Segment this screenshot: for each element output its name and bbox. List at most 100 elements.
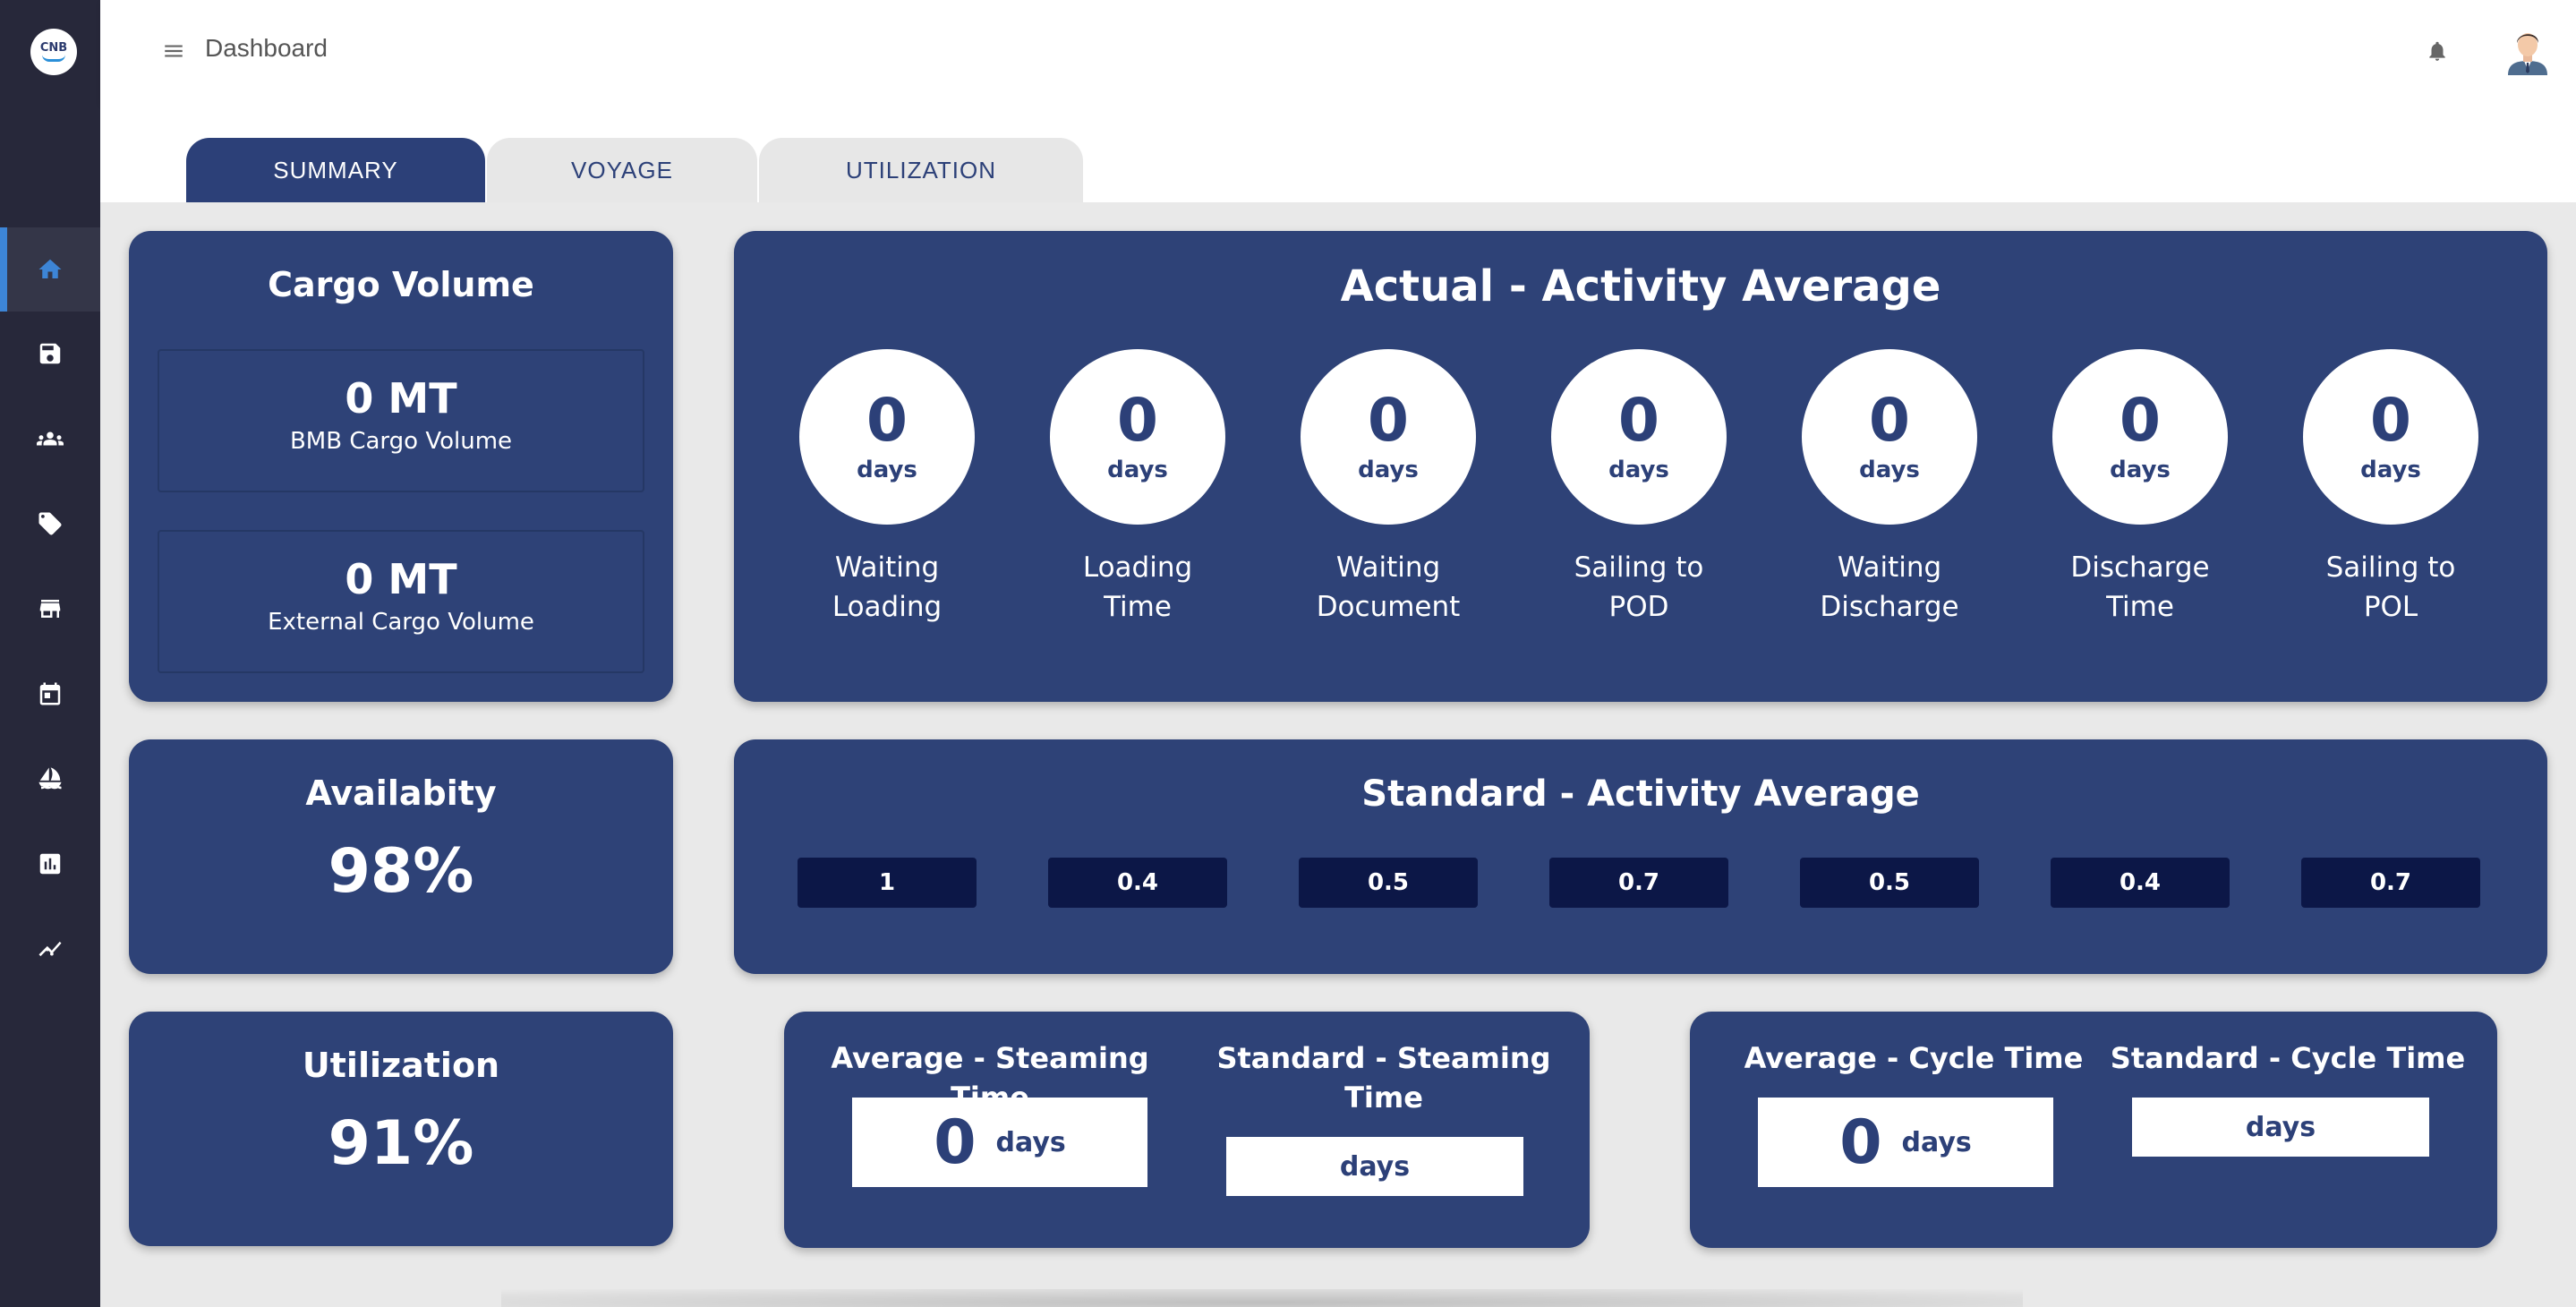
availability-title: Availabity xyxy=(305,773,497,813)
activity-loading-time: 0 days Loading Time xyxy=(1048,349,1227,627)
user-avatar[interactable] xyxy=(2503,25,2553,75)
average-cycle-unit: days xyxy=(1901,1126,1972,1158)
tag-icon xyxy=(38,512,62,535)
external-cargo-value: 0 MT xyxy=(345,555,457,603)
standard-cycle-unit: days xyxy=(2245,1111,2316,1143)
sidebar: CNB xyxy=(0,0,100,1307)
sidebar-item-home[interactable] xyxy=(0,227,100,312)
availability-card: Availabity 98% xyxy=(129,739,673,974)
store-icon xyxy=(39,600,61,618)
activity-label: Discharge Time xyxy=(2051,548,2230,627)
standard-steaming-title-line: Time xyxy=(1344,1081,1423,1115)
sidebar-item-save[interactable] xyxy=(0,312,100,396)
activity-value: 0 xyxy=(1618,386,1659,455)
activity-unit: days xyxy=(1107,457,1168,483)
save-icon xyxy=(39,343,61,364)
bar-chart-icon xyxy=(39,853,61,875)
tab-voyage[interactable]: VOYAGE xyxy=(487,138,757,202)
standard-value-chip: 1 xyxy=(798,858,977,908)
activity-circle: 0 days xyxy=(1301,349,1476,525)
activity-unit: days xyxy=(2360,457,2421,483)
hamburger-menu-icon xyxy=(165,45,183,57)
activity-label-line: Loading xyxy=(832,591,943,623)
sidebar-item-calendar[interactable] xyxy=(0,652,100,736)
sidebar-item-people[interactable] xyxy=(0,397,100,481)
activity-label-line: POL xyxy=(2363,591,2418,623)
activity-waiting-discharge: 0 days Waiting Discharge xyxy=(1800,349,1979,627)
activity-sailing-to-pod: 0 days Sailing to POD xyxy=(1549,349,1728,627)
activity-unit: days xyxy=(857,457,917,483)
availability-value: 98% xyxy=(328,836,474,907)
standard-activity-card: Standard - Activity Average 1 0.4 0.5 0.… xyxy=(734,739,2547,974)
activity-unit: days xyxy=(1358,457,1419,483)
actual-activity-title: Actual - Activity Average xyxy=(1340,261,1941,312)
bmb-cargo-value: 0 MT xyxy=(345,374,457,423)
standard-activity-title: Standard - Activity Average xyxy=(1361,773,1920,815)
sidebar-item-tag[interactable] xyxy=(0,482,100,566)
main-panel: SUMMARY VOYAGE UTILIZATION Cargo Volume … xyxy=(100,104,2576,1307)
sidebar-item-reports[interactable] xyxy=(0,822,100,906)
standard-value-chip: 0.4 xyxy=(1048,858,1227,908)
activity-value: 0 xyxy=(1368,386,1409,455)
tab-label: SUMMARY xyxy=(273,156,398,184)
activity-label-line: POD xyxy=(1608,591,1669,623)
activity-label-line: Sailing to xyxy=(2325,551,2456,584)
cargo-volume-card: Cargo Volume 0 MT BMB Cargo Volume 0 MT … xyxy=(129,231,673,702)
sidebar-item-sailing[interactable] xyxy=(0,737,100,821)
activity-circle: 0 days xyxy=(2303,349,2478,525)
tab-label: UTILIZATION xyxy=(846,156,996,184)
utilization-card: Utilization 91% xyxy=(129,1012,673,1246)
standard-cycle-box: days xyxy=(2132,1098,2429,1157)
sailing-icon xyxy=(38,767,62,790)
activity-label: Sailing to POL xyxy=(2301,548,2480,627)
activity-label: Waiting Loading xyxy=(798,548,977,627)
notifications-button[interactable] xyxy=(2422,36,2452,66)
activity-unit: days xyxy=(1608,457,1669,483)
sidebar-item-trending[interactable] xyxy=(0,907,100,991)
activity-unit: days xyxy=(1859,457,1920,483)
activity-label-line: Sailing to xyxy=(1574,551,1704,584)
calendar-icon xyxy=(39,682,61,705)
bell-icon xyxy=(2429,41,2445,61)
cycle-time-card: Average - Cycle Time 0 days Standard - C… xyxy=(1690,1012,2497,1248)
activity-label-line: Waiting xyxy=(1837,551,1942,584)
activity-circle: 0 days xyxy=(2052,349,2228,525)
activity-label-line: Waiting xyxy=(1335,551,1441,584)
activity-circle: 0 days xyxy=(1802,349,1977,525)
average-cycle-box: 0 days xyxy=(1758,1098,2053,1187)
activity-value: 0 xyxy=(1117,386,1158,455)
standard-value-chip: 0.5 xyxy=(1800,858,1979,908)
utilization-title: Utilization xyxy=(302,1046,500,1085)
standard-steaming-unit: days xyxy=(1339,1150,1411,1183)
activity-value: 0 xyxy=(866,386,908,455)
activity-label: Waiting Document xyxy=(1299,548,1478,627)
activity-label: Loading Time xyxy=(1048,548,1227,627)
activity-circle: 0 days xyxy=(1050,349,1225,525)
activity-label-line: Discharge xyxy=(1820,591,1959,623)
activity-circle: 0 days xyxy=(799,349,975,525)
standard-steaming-title-line: Standard - Steaming xyxy=(1216,1041,1551,1075)
trending-icon xyxy=(38,941,62,957)
bmb-cargo-volume: 0 MT BMB Cargo Volume xyxy=(158,349,644,492)
activity-value: 0 xyxy=(2370,386,2411,455)
tab-utilization[interactable]: UTILIZATION xyxy=(759,138,1083,202)
bottom-shadow xyxy=(501,1289,2023,1307)
avatar-icon xyxy=(2508,33,2547,75)
average-cycle-title: Average - Cycle Time xyxy=(1744,1041,2084,1075)
menu-toggle-button[interactable] xyxy=(161,38,186,64)
activity-label-line: Loading xyxy=(1082,551,1193,584)
tab-label: VOYAGE xyxy=(571,156,673,184)
activity-label-line: Time xyxy=(2106,591,2174,623)
dashboard-content: Cargo Volume 0 MT BMB Cargo Volume 0 MT … xyxy=(100,202,2576,1307)
utilization-value: 91% xyxy=(328,1108,474,1179)
app-logo[interactable]: CNB xyxy=(30,29,77,75)
sidebar-item-store[interactable] xyxy=(0,567,100,651)
standard-cycle-title: Standard - Cycle Time xyxy=(2110,1041,2466,1075)
external-cargo-label: External Cargo Volume xyxy=(268,609,534,636)
activity-waiting-document: 0 days Waiting Document xyxy=(1299,349,1478,627)
tab-summary[interactable]: SUMMARY xyxy=(186,138,485,202)
logo-wave-icon xyxy=(42,55,65,62)
activity-label-line: Discharge xyxy=(2070,551,2210,584)
activity-sailing-to-pol: 0 days Sailing to POL xyxy=(2301,349,2480,627)
activity-value: 0 xyxy=(1869,386,1910,455)
